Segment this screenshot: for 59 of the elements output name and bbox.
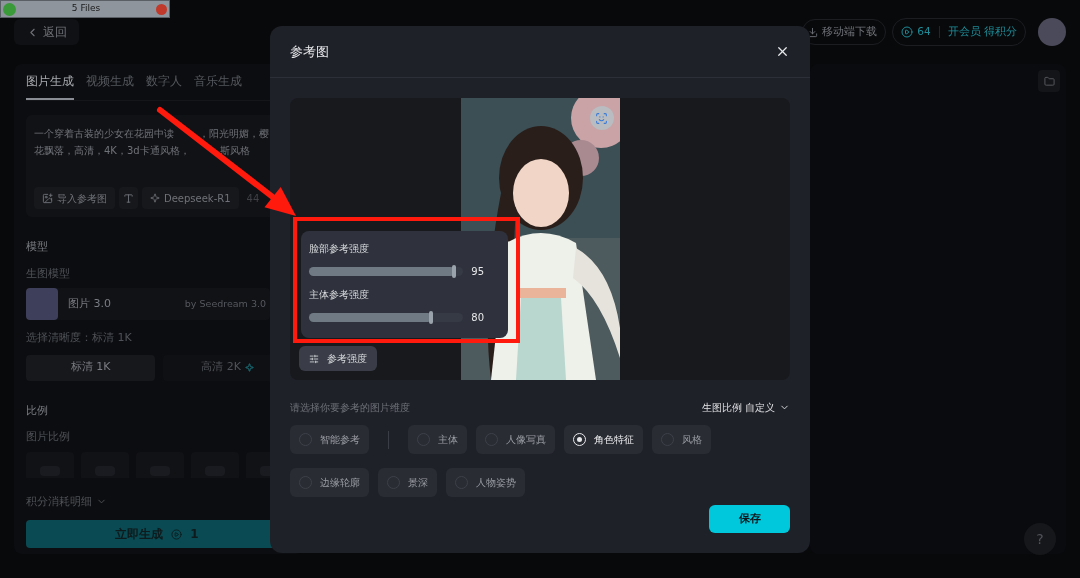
slider-label: 主体参考强度	[309, 288, 370, 302]
model-chip[interactable]: Deepseek-R1	[142, 187, 239, 209]
resolution-label: 选择清晰度：标清 1K	[26, 330, 133, 346]
text-icon	[123, 192, 134, 204]
window-title: 5 Files	[70, 2, 102, 16]
prompt-text: 斯风格	[219, 144, 250, 158]
points-icon	[901, 26, 914, 38]
folder-button[interactable]	[1038, 70, 1060, 92]
field-label: 生图模型	[26, 265, 71, 282]
points-count: 64	[917, 24, 931, 40]
image-add-icon	[42, 192, 53, 204]
section-title: 比例	[26, 402, 49, 419]
section-hint: 请选择你要参考的图片维度	[290, 401, 410, 415]
prompt-text: 花飘落，高清，4K，3d卡通风格，	[34, 144, 190, 158]
avatar[interactable]	[1038, 18, 1066, 46]
points-icon	[171, 528, 183, 540]
app-icon	[3, 2, 16, 16]
dimension-option[interactable]: 人像写真	[476, 425, 555, 454]
tab[interactable]: 音乐生成	[194, 72, 242, 100]
section-title: 模型	[26, 239, 49, 255]
model-name: 图片 3.0	[68, 295, 111, 312]
tab[interactable]: 数字人	[146, 72, 182, 100]
dimension-option[interactable]: 景深	[378, 468, 437, 497]
close-button[interactable]	[775, 44, 790, 59]
dimension-option[interactable]: 边缘轮廓	[290, 468, 369, 497]
dimension-option[interactable]: 风格	[652, 425, 711, 454]
save-button[interactable]: 保存	[709, 505, 790, 533]
slider-thumb[interactable]	[452, 265, 457, 278]
sliders-icon	[309, 353, 319, 364]
sparkle-icon	[150, 193, 160, 203]
download-icon	[807, 26, 819, 38]
slider-value: 80	[471, 311, 484, 325]
slider-value: 95	[471, 265, 484, 279]
dimension-option[interactable]: 智能参考	[290, 425, 369, 454]
slider-track[interactable]	[309, 313, 463, 322]
slider-thumb[interactable]	[429, 311, 434, 324]
tab[interactable]: 视频生成	[86, 72, 134, 100]
text-format-button[interactable]	[119, 187, 138, 209]
model-provider: by Seedream 3.0	[184, 296, 266, 311]
field-label: 图片比例	[26, 429, 71, 445]
close-icon	[775, 44, 790, 59]
tab[interactable]: 图片生成	[26, 72, 74, 100]
slider-label: 脸部参考强度	[309, 242, 370, 256]
folder-icon	[1043, 75, 1055, 87]
model-selector[interactable]: 图片 3.0 by Seedream 3.0	[26, 288, 270, 320]
dimension-option[interactable]: 主体	[408, 425, 467, 454]
sparkle-icon	[244, 363, 254, 372]
face-scan-icon	[595, 111, 608, 125]
dimension-option[interactable]: 角色特征	[564, 425, 643, 454]
ratio-dropdown[interactable]: 生图比例 自定义	[701, 400, 790, 415]
model-thumbnail	[26, 288, 58, 320]
prompt-text: ，阳光明媚，樱	[199, 127, 269, 141]
resolution-option[interactable]: 标清 1K	[26, 354, 155, 381]
back-button[interactable]: 返回	[14, 19, 79, 45]
dimension-option[interactable]: 人物姿势	[446, 468, 525, 497]
dialog-title: 参考图	[290, 42, 329, 61]
strength-button[interactable]: 参考强度	[299, 346, 377, 371]
membership-link[interactable]: 开会员 得积分	[947, 24, 1017, 40]
import-reference-button[interactable]: 导入参考图	[34, 187, 115, 209]
